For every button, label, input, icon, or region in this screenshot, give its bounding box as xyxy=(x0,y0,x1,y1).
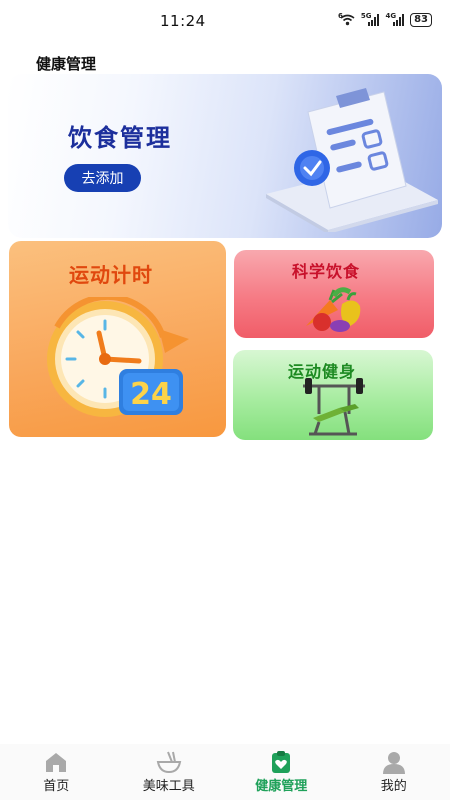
tab-profile[interactable]: 我的 xyxy=(338,744,450,800)
status-time: 11:24 xyxy=(160,12,206,30)
weight-bench-icon xyxy=(303,378,365,436)
banner-title: 饮食管理 xyxy=(68,124,172,152)
home-icon xyxy=(46,753,67,772)
bowl-icon xyxy=(156,751,181,774)
tab-home[interactable]: 首页 xyxy=(0,744,113,800)
signal-5g-label: 5G xyxy=(360,12,372,20)
wifi-icon: 6 xyxy=(337,12,355,26)
status-icons: 6 5G 4G 83 xyxy=(337,12,432,27)
tab-health[interactable]: 健康管理 xyxy=(225,744,338,800)
bottom-tab-bar: 首页 美味工具 健康管理 我的 xyxy=(0,744,450,800)
fitness-card[interactable]: 运动健身 xyxy=(233,350,433,440)
signal-4g-label: 4G xyxy=(385,12,397,20)
tab-health-label: 健康管理 xyxy=(255,779,308,794)
tab-home-label: 首页 xyxy=(43,779,70,794)
tab-tools-label: 美味工具 xyxy=(142,779,195,794)
user-icon xyxy=(382,752,405,774)
scientific-diet-card[interactable]: 科学饮食 xyxy=(234,250,434,338)
clipboard-checklist-icon xyxy=(266,88,438,232)
status-bar: 11:24 6 5G 4G 83 xyxy=(0,0,450,44)
signal-4g-icon: 4G xyxy=(385,12,405,26)
add-button[interactable]: 去添加 xyxy=(64,164,141,192)
vegetables-icon xyxy=(306,287,361,332)
battery-indicator: 83 xyxy=(410,13,432,27)
health-clipboard-icon xyxy=(272,751,291,773)
page-title: 健康管理 xyxy=(36,55,97,73)
diet-management-banner[interactable]: 饮食管理 去添加 xyxy=(8,74,442,238)
signal-5g-icon: 5G xyxy=(360,12,380,26)
alarm-clock-icon: 24 xyxy=(47,297,189,417)
tab-tools[interactable]: 美味工具 xyxy=(113,744,226,800)
tab-profile-label: 我的 xyxy=(380,779,407,794)
card-title-diet: 科学饮食 xyxy=(292,262,361,281)
exercise-timer-card[interactable]: 运动计时 24 xyxy=(9,241,226,437)
card-title-timer: 运动计时 xyxy=(69,263,153,287)
timer-badge: 24 xyxy=(130,377,172,412)
wifi-label: 6 xyxy=(337,12,343,20)
